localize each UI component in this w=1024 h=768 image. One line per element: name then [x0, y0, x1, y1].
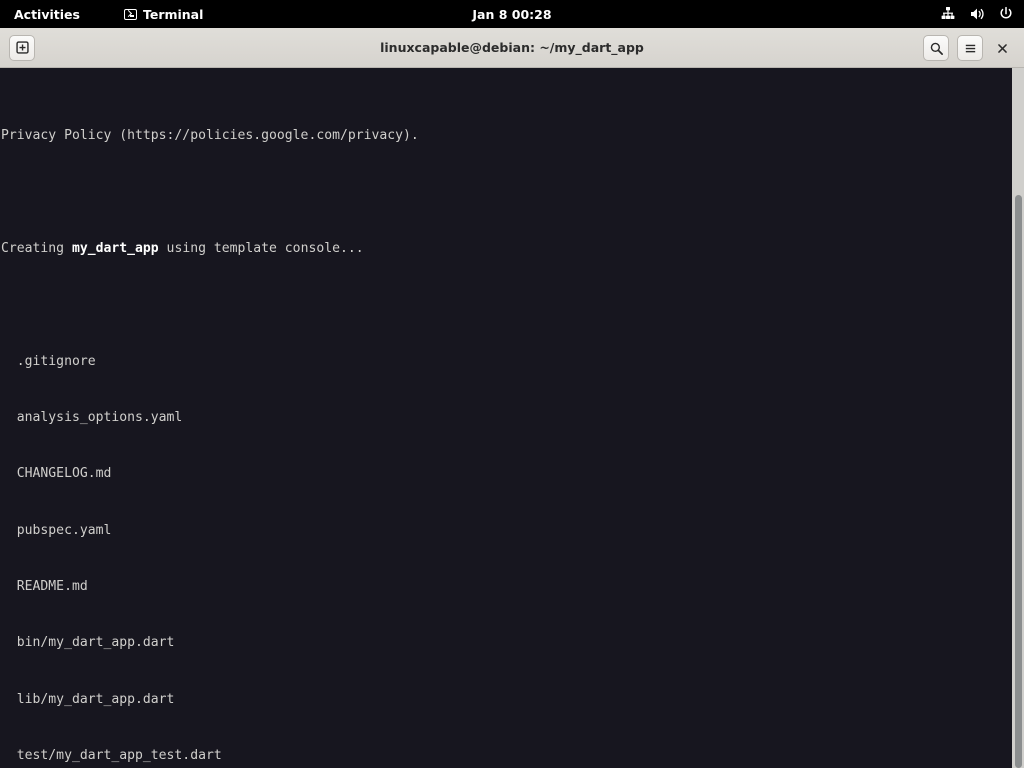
window-title-bar: linuxcapable@debian: ~/my_dart_app — [0, 28, 1024, 68]
terminal-line: README.md — [1, 578, 88, 594]
scrollbar-track[interactable] — [1012, 68, 1024, 768]
new-tab-button[interactable] — [9, 34, 35, 61]
network-icon[interactable] — [940, 6, 956, 22]
power-icon[interactable] — [998, 6, 1014, 22]
volume-icon[interactable] — [969, 6, 985, 22]
activities-label: Activities — [14, 6, 80, 22]
search-icon — [930, 42, 943, 55]
menu-button[interactable] — [957, 35, 983, 61]
terminal-line: lib/my_dart_app.dart — [1, 691, 175, 707]
terminal-line: .gitignore — [1, 353, 96, 369]
terminal-line: analysis_options.yaml — [1, 409, 183, 425]
app-indicator-terminal[interactable]: Terminal — [123, 6, 204, 22]
terminal-line: pubspec.yaml — [1, 522, 112, 538]
scrollbar-thumb[interactable] — [1015, 195, 1022, 768]
terminal-line: CHANGELOG.md — [1, 466, 112, 482]
close-icon — [997, 43, 1007, 53]
terminal-line: bin/my_dart_app.dart — [1, 635, 175, 651]
app-name-bold: my_dart_app — [71, 241, 159, 256]
system-tray — [940, 0, 1014, 28]
terminal-line: Creating my_dart_app using template cons… — [1, 241, 364, 256]
titlebar-controls — [923, 28, 1024, 68]
terminal-output[interactable]: Privacy Policy (https://policies.google.… — [0, 68, 1012, 768]
search-button[interactable] — [923, 35, 949, 61]
page-title: linuxcapable@debian: ~/my_dart_app — [380, 40, 644, 55]
app-indicator-label: Terminal — [142, 6, 204, 22]
terminal-window[interactable]: Privacy Policy (https://policies.google.… — [0, 68, 1024, 768]
new-tab-icon — [15, 41, 29, 54]
hamburger-menu-icon — [965, 44, 975, 52]
close-button[interactable] — [991, 35, 1013, 61]
terminal-line: Privacy Policy (https://policies.google.… — [1, 128, 419, 144]
activities-button[interactable]: Activities — [0, 0, 90, 28]
gnome-top-bar: Activities Terminal Jan 8 00:28 — [0, 0, 1024, 28]
terminal-icon — [123, 8, 137, 20]
terminal-line: test/my_dart_app_test.dart — [1, 747, 222, 763]
